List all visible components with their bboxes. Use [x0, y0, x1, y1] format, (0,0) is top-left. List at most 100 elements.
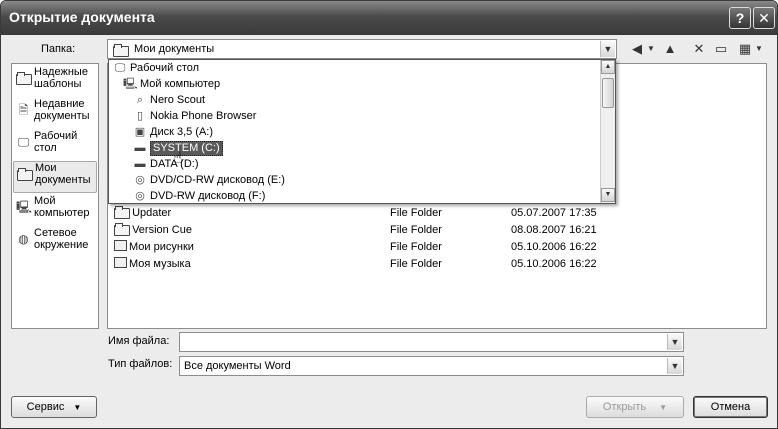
file-date: 08.08.2007 16:21: [511, 224, 597, 236]
close-button[interactable]: ✕: [753, 7, 775, 29]
place-trusted-templates[interactable]: Надежные шаблоны: [13, 66, 97, 98]
place-label: Мой компьютер: [34, 195, 90, 219]
dropdown-item-my-computer[interactable]: 🖳 Мой компьютер: [123, 77, 220, 92]
my-documents-icon: [17, 167, 33, 181]
place-label: Сетевое окружение: [34, 227, 89, 251]
file-type: File Folder: [390, 207, 442, 219]
dropdown-scrollbar[interactable]: ▲ ▼: [600, 60, 615, 203]
look-in-value: Мои документы: [134, 43, 215, 55]
views-icon[interactable]: ▦: [737, 41, 753, 57]
folder-icon: [114, 223, 130, 236]
file-row[interactable]: Version Cue File Folder 08.08.2007 16:21: [114, 222, 754, 239]
dropdown-item-label: SYSTEM (C:): [150, 141, 223, 156]
dropdown-item-label: DVD/CD-RW дисковод (E:): [150, 174, 285, 186]
service-button[interactable]: Сервис ▼: [11, 396, 97, 418]
hard-drive-icon: ▬: [134, 142, 146, 154]
open-button[interactable]: Открыть ▼: [586, 396, 684, 418]
hand-cursor-icon: ☝: [173, 150, 183, 167]
delete-icon[interactable]: ✕: [691, 41, 707, 57]
file-row[interactable]: Мои рисунки File Folder 05.10.2006 16:22: [114, 239, 754, 256]
recent-documents-icon: 🗎: [18, 103, 29, 117]
service-button-label: Сервис: [26, 401, 65, 413]
open-button-label: Открыть: [602, 401, 647, 413]
optical-drive-icon: ◎: [135, 190, 145, 202]
dropdown-item-dvd-rw-f[interactable]: ◎ DVD-RW дисковод (F:): [133, 189, 265, 204]
chevron-down-icon: ▼: [659, 403, 668, 412]
place-label: Рабочий стол: [34, 130, 78, 154]
new-folder-icon[interactable]: ▭: [713, 41, 729, 57]
place-desktop[interactable]: 🖵 Рабочий стол: [13, 130, 97, 162]
help-button[interactable]: ?: [729, 7, 751, 29]
dropdown-item-label: Диск 3,5 (A:): [150, 126, 214, 138]
desktop-icon: 🖵: [114, 62, 126, 74]
file-name: Updater: [132, 207, 172, 219]
cancel-button[interactable]: Отмена: [693, 396, 768, 418]
place-my-documents[interactable]: Мои документы: [13, 161, 97, 193]
back-dropdown-icon[interactable]: ▼: [647, 41, 655, 57]
floppy-icon: ▣: [134, 126, 146, 138]
folder-icon: [16, 71, 32, 85]
look-in-combobox[interactable]: Мои документы ▼: [107, 39, 617, 59]
chevron-down-icon[interactable]: ▼: [667, 334, 682, 350]
up-folder-icon[interactable]: ▲: [662, 41, 678, 57]
file-date: 05.10.2006 16:22: [511, 258, 597, 270]
filetype-select[interactable]: Все документы Word ▼: [179, 356, 684, 376]
chevron-down-icon: ▼: [73, 403, 82, 412]
dropdown-item-nero-scout[interactable]: ⌕ Nero Scout: [133, 93, 205, 108]
dropdown-item-floppy-a[interactable]: ▣ Диск 3,5 (A:): [133, 125, 213, 140]
file-name: Version Cue: [132, 224, 192, 236]
dropdown-item-dvd-cd-rw-e[interactable]: ◎ DVD/CD-RW дисковод (E:): [133, 173, 285, 188]
file-row[interactable]: Updater File Folder 05.07.2007 17:35: [114, 205, 754, 222]
place-label: Мои документы: [35, 162, 91, 186]
scrollbar-thumb[interactable]: [602, 78, 614, 108]
filetype-label: Тип файлов:: [108, 358, 173, 370]
pictures-folder-icon: [114, 240, 127, 251]
place-recent-documents[interactable]: 🗎 Недавние документы: [13, 98, 97, 130]
title-bar: Открытие документа ? ✕: [1, 1, 777, 35]
chevron-down-icon[interactable]: ▼: [600, 41, 615, 57]
place-label: Недавние документы: [34, 98, 90, 122]
dropdown-item-data-d[interactable]: ▬ DATA (D:): [133, 157, 199, 172]
place-my-computer[interactable]: 🖳 Мой компьютер: [13, 195, 97, 227]
dropdown-item-label: Рабочий стол: [130, 62, 200, 74]
hard-drive-icon: ▬: [134, 158, 146, 170]
search-icon: ⌕: [136, 94, 144, 106]
chevron-down-icon[interactable]: ▼: [667, 358, 682, 374]
look-in-label: Папка:: [41, 43, 76, 55]
folder-icon: [114, 206, 130, 219]
dropdown-item-desktop[interactable]: 🖵 Рабочий стол: [113, 61, 199, 76]
dropdown-item-label: Мой компьютер: [140, 78, 221, 90]
filename-label: Имя файла:: [108, 335, 170, 347]
dropdown-item-label: DVD-RW дисковод (F:): [150, 190, 266, 202]
optical-drive-icon: ◎: [135, 174, 145, 186]
filetype-value: Все документы Word: [184, 360, 291, 372]
file-type: File Folder: [390, 258, 442, 270]
scroll-down-icon[interactable]: ▼: [601, 188, 615, 202]
scroll-up-icon[interactable]: ▲: [601, 60, 615, 74]
file-date: 05.10.2006 16:22: [511, 241, 597, 253]
dialog-title: Открытие документа: [9, 9, 155, 25]
my-documents-icon: [113, 44, 129, 57]
network-icon: ◍: [18, 232, 29, 246]
places-bar: Надежные шаблоны 🗎 Недавние документы 🖵 …: [11, 63, 99, 329]
look-in-dropdown-list[interactable]: 🖵 Рабочий стол 🖳 Мой компьютер ⌕ Nero Scout…: [108, 59, 616, 204]
file-name: Мои рисунки: [129, 241, 194, 253]
file-type: File Folder: [390, 224, 442, 236]
place-network[interactable]: ◍ Сетевое окружение: [13, 227, 97, 259]
place-label: Надежные шаблоны: [34, 66, 88, 90]
desktop-icon: 🖵: [17, 135, 30, 149]
music-folder-icon: [114, 257, 127, 268]
dropdown-item-label: Nokia Phone Browser: [150, 110, 257, 122]
file-row[interactable]: Моя музыка File Folder 05.10.2006 16:22: [114, 256, 754, 273]
filename-input[interactable]: ▼: [179, 332, 684, 352]
dropdown-item-nokia-phone-browser[interactable]: ▯ Nokia Phone Browser: [133, 109, 256, 124]
views-dropdown-icon[interactable]: ▼: [755, 41, 763, 57]
file-name: Моя музыка: [129, 258, 191, 270]
file-type: File Folder: [390, 241, 442, 253]
open-document-dialog: Открытие документа ? ✕ Папка: Мои докуме…: [0, 0, 778, 429]
phone-icon: ▯: [136, 110, 144, 122]
file-date: 05.07.2007 17:35: [511, 207, 597, 219]
dropdown-item-label: Nero Scout: [150, 94, 206, 106]
back-icon[interactable]: ◀: [629, 41, 645, 57]
computer-icon: 🖳: [123, 78, 138, 90]
